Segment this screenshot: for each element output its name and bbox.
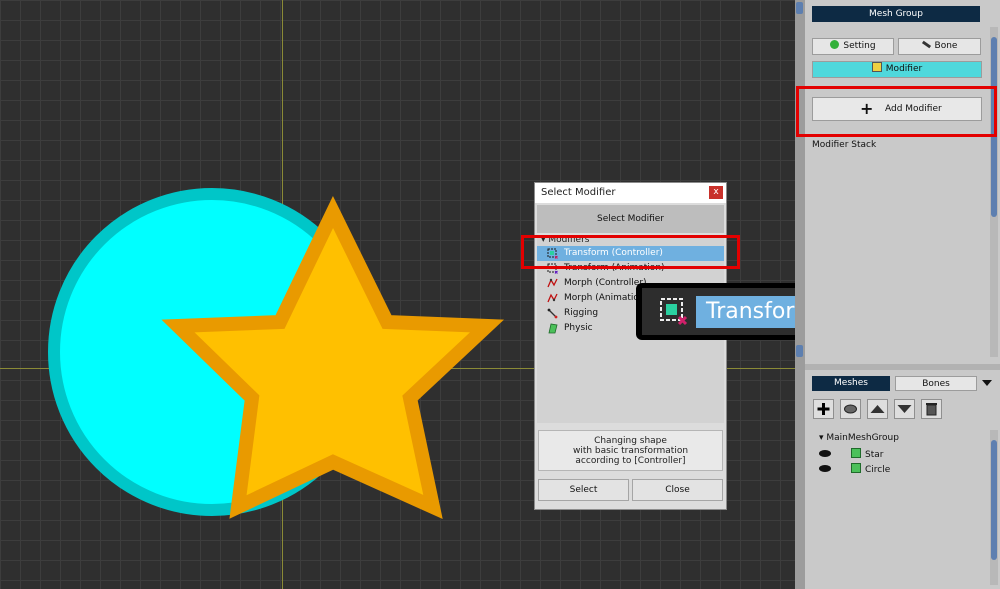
morph-animation-icon	[547, 293, 558, 303]
mesh-icon	[851, 448, 861, 458]
bone-button-label: Bone	[934, 41, 958, 51]
rigging-icon	[547, 308, 558, 319]
arrow-down-icon	[897, 405, 912, 413]
splitter-grip-mid[interactable]	[796, 345, 803, 357]
dialog-title: Select Modifier	[535, 183, 726, 203]
tree-item-star[interactable]: Star	[819, 448, 883, 460]
modifier-stack-label: Modifier Stack	[812, 140, 877, 150]
setting-button-label: Setting	[843, 41, 876, 51]
bottom-scrollbar-thumb[interactable]	[991, 440, 997, 560]
splitter-grip-top[interactable]	[796, 2, 803, 14]
top-scrollbar[interactable]	[990, 27, 998, 357]
setting-icon	[830, 40, 840, 49]
move-up-button[interactable]	[867, 399, 888, 419]
eye-icon[interactable]	[819, 450, 831, 457]
tab-bones[interactable]: Bones	[895, 376, 977, 391]
tree-root-label: MainMeshGroup	[826, 433, 899, 443]
tree-item-label: Circle	[865, 465, 891, 475]
modifier-tab-button[interactable]: Modifier	[812, 61, 982, 78]
tree-item-circle[interactable]: Circle	[819, 463, 890, 475]
section-separator	[805, 364, 1000, 370]
setting-button[interactable]: Setting	[812, 38, 894, 55]
modifier-item-label: Physic	[564, 323, 593, 333]
dialog-close-icon[interactable]: x	[709, 186, 723, 199]
eye-icon[interactable]	[819, 465, 831, 472]
panel-title: Mesh Group	[812, 6, 980, 22]
plus-icon	[817, 403, 830, 415]
move-down-button[interactable]	[894, 399, 915, 419]
highlight-frame-selected-item	[521, 235, 740, 269]
description-line: with basic transformation	[572, 446, 689, 456]
description-line: Changing shape	[594, 436, 667, 446]
chevron-down-icon[interactable]	[982, 379, 992, 387]
modifier-button-label: Modifier	[885, 64, 923, 74]
add-mesh-button[interactable]	[813, 399, 834, 419]
bottom-scrollbar[interactable]	[990, 430, 998, 585]
dialog-header: Select Modifier	[537, 205, 724, 233]
bone-icon	[921, 40, 931, 49]
trash-icon	[926, 403, 937, 416]
morph-controller-icon	[547, 278, 558, 288]
close-button[interactable]: Close	[632, 479, 723, 501]
highlight-frame-add-modifier	[796, 86, 997, 137]
delete-mesh-button[interactable]	[921, 399, 942, 419]
bone-button[interactable]: Bone	[898, 38, 981, 55]
mesh-options-button[interactable]	[840, 399, 861, 419]
modifier-item-label: Rigging	[564, 308, 599, 318]
modifier-description: Changing shape with basic transformation…	[538, 430, 723, 471]
select-button[interactable]: Select	[538, 479, 629, 501]
modifier-item-label: Morph (Controller)	[564, 278, 647, 288]
modifier-icon	[871, 62, 882, 72]
tree-item-label: Star	[865, 450, 884, 460]
select-modifier-dialog: Select Modifier x Select Modifier ▾ Modi…	[534, 182, 727, 510]
mesh-group-tree-root[interactable]: ▾ MainMeshGroup	[819, 433, 899, 443]
physic-icon	[548, 323, 558, 334]
tab-meshes[interactable]: Meshes	[812, 376, 890, 391]
arrow-up-icon	[870, 405, 885, 413]
mesh-icon	[851, 463, 861, 473]
layer-icon	[844, 404, 857, 414]
transform-controller-icon	[660, 298, 688, 326]
description-line: according to [Controller]	[575, 456, 686, 466]
